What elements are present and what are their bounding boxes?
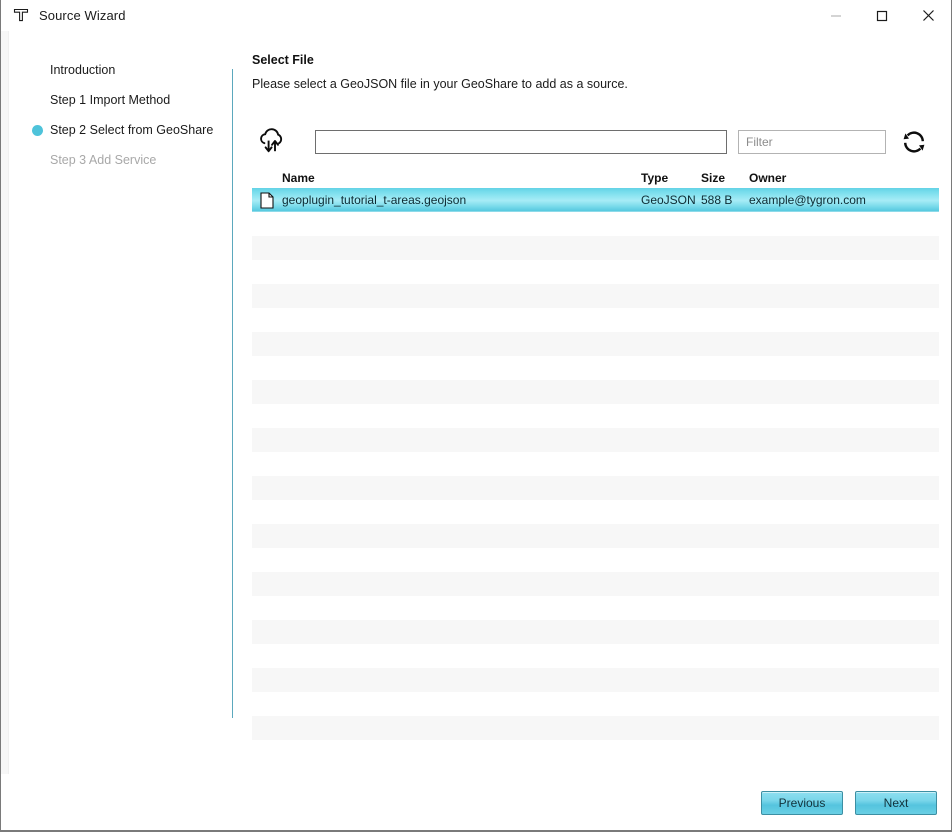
- table-row-empty: [252, 716, 939, 740]
- table-row-empty: [252, 284, 939, 308]
- table-body: geoplugin_tutorial_t-areas.geojson GeoJSO…: [252, 188, 939, 764]
- filter-input[interactable]: [738, 130, 886, 154]
- source-wizard-window: Source Wizard Introduction Step 1 Import…: [0, 0, 952, 832]
- table-row-empty: [252, 212, 939, 236]
- next-button[interactable]: Next: [855, 790, 937, 815]
- table-row-empty: [252, 476, 939, 500]
- sidebar-item-label: Step 1 Import Method: [50, 93, 171, 107]
- table-row-empty: [252, 404, 939, 428]
- table-row-empty: [252, 500, 939, 524]
- table-row-empty: [252, 572, 939, 596]
- cell-name: geoplugin_tutorial_t-areas.geojson: [282, 193, 467, 207]
- minimize-icon[interactable]: [813, 0, 859, 31]
- sidebar-item-label: Step 2 Select from GeoShare: [50, 123, 214, 137]
- file-toolbar: [252, 125, 951, 159]
- current-step-dot-icon: [32, 124, 43, 136]
- table-row-empty: [252, 260, 939, 284]
- table-header-type[interactable]: Type: [641, 171, 701, 185]
- window-bottom-edge: [1, 830, 951, 831]
- table-row-empty: [252, 356, 939, 380]
- file-table: Name Type Size Owner geoplugin_tutorial_…: [252, 167, 939, 774]
- sidebar-item-step-1-import-method[interactable]: Step 1 Import Method: [9, 85, 232, 115]
- maximize-icon[interactable]: [859, 0, 905, 31]
- wizard-step-list: Introduction Step 1 Import Method Step 2…: [9, 31, 232, 774]
- table-row-empty: [252, 380, 939, 404]
- tygron-t-logo-icon: [12, 6, 30, 24]
- table-row-empty: [252, 452, 939, 476]
- title-bar: Source Wizard: [1, 0, 951, 31]
- table-header-name[interactable]: Name: [282, 171, 641, 185]
- table-row-empty: [252, 740, 939, 764]
- cloud-transfer-icon[interactable]: [252, 125, 292, 159]
- window-body: Introduction Step 1 Import Method Step 2…: [1, 31, 951, 774]
- table-row-empty: [252, 308, 939, 332]
- page-title: Select File: [252, 53, 314, 67]
- close-icon[interactable]: [905, 0, 951, 31]
- table-row-empty: [252, 428, 939, 452]
- table-header-row: Name Type Size Owner: [252, 167, 939, 188]
- cell-size: 588 B: [701, 193, 733, 207]
- table-header-size[interactable]: Size: [701, 171, 749, 185]
- window-controls: [813, 0, 951, 31]
- table-row-empty: [252, 668, 939, 692]
- left-rail: [1, 31, 9, 774]
- table-row-empty: [252, 524, 939, 548]
- sidebar-item-step-3-add-service: Step 3 Add Service: [9, 145, 232, 175]
- table-row-empty: [252, 596, 939, 620]
- sidebar-item-label: Step 3 Add Service: [50, 153, 157, 167]
- table-row-empty: [252, 548, 939, 572]
- sidebar-item-introduction[interactable]: Introduction: [9, 55, 232, 85]
- table-row-empty: [252, 236, 939, 260]
- table-row[interactable]: geoplugin_tutorial_t-areas.geojson GeoJSO…: [252, 188, 939, 212]
- file-icon: [252, 191, 282, 209]
- previous-button[interactable]: Previous: [761, 790, 843, 815]
- cell-owner: example@tygron.com: [749, 193, 866, 207]
- table-row-empty: [252, 644, 939, 668]
- sidebar-item-step-2-select-from-geoshare[interactable]: Step 2 Select from GeoShare: [9, 115, 232, 145]
- page-description: Please select a GeoJSON file in your Geo…: [252, 77, 628, 91]
- sidebar-item-label: Introduction: [50, 63, 116, 77]
- table-row-empty: [252, 620, 939, 644]
- window-title: Source Wizard: [39, 7, 126, 23]
- wizard-footer: Previous Next: [1, 774, 951, 830]
- table-row-empty: [252, 692, 939, 716]
- cell-type: GeoJSON: [641, 193, 696, 207]
- table-row-empty: [252, 332, 939, 356]
- main-panel: Select File Please select a GeoJSON file…: [233, 31, 951, 774]
- table-header-owner[interactable]: Owner: [749, 171, 939, 185]
- refresh-icon[interactable]: [895, 125, 933, 159]
- search-input[interactable]: [315, 130, 727, 154]
